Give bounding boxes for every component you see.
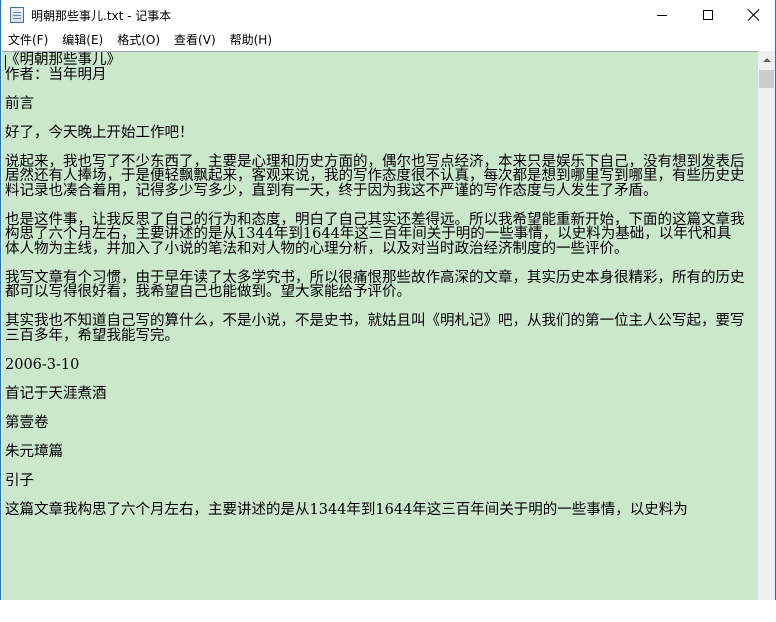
menu-file[interactable]: 文件(F): [1, 30, 55, 51]
close-icon: [748, 9, 760, 21]
scroll-up-button[interactable]: [758, 51, 775, 68]
notepad-window: 明朝那些事儿.txt - 记事本 文件(F) 编辑(E) 格式(O) 查看(V)…: [0, 0, 776, 600]
window-title: 明朝那些事儿.txt - 记事本: [31, 9, 172, 23]
minimize-icon: [657, 14, 667, 16]
menu-format[interactable]: 格式(O): [110, 30, 167, 51]
scroll-thumb[interactable]: [759, 70, 774, 88]
vertical-scrollbar[interactable]: [758, 51, 775, 600]
menu-help[interactable]: 帮助(H): [223, 30, 279, 51]
arrow-up-icon: [762, 57, 771, 62]
minimize-button[interactable]: [639, 0, 685, 30]
text-caret: [5, 55, 6, 70]
text-editor[interactable]: 《明朝那些事儿》 作者：当年明月 前言 好了，今天晚上开始工作吧！ 说起来，我也…: [2, 51, 758, 600]
document-text[interactable]: 《明朝那些事儿》 作者：当年明月 前言 好了，今天晚上开始工作吧！ 说起来，我也…: [5, 53, 745, 517]
close-button[interactable]: [731, 0, 776, 30]
menu-edit[interactable]: 编辑(E): [55, 30, 110, 51]
menu-view[interactable]: 查看(V): [167, 30, 223, 51]
title-bar[interactable]: 明朝那些事儿.txt - 记事本: [1, 0, 775, 30]
menu-bar: 文件(F) 编辑(E) 格式(O) 查看(V) 帮助(H): [1, 30, 775, 51]
maximize-icon: [703, 10, 713, 20]
notepad-icon[interactable]: [10, 7, 24, 23]
maximize-button[interactable]: [685, 0, 731, 30]
